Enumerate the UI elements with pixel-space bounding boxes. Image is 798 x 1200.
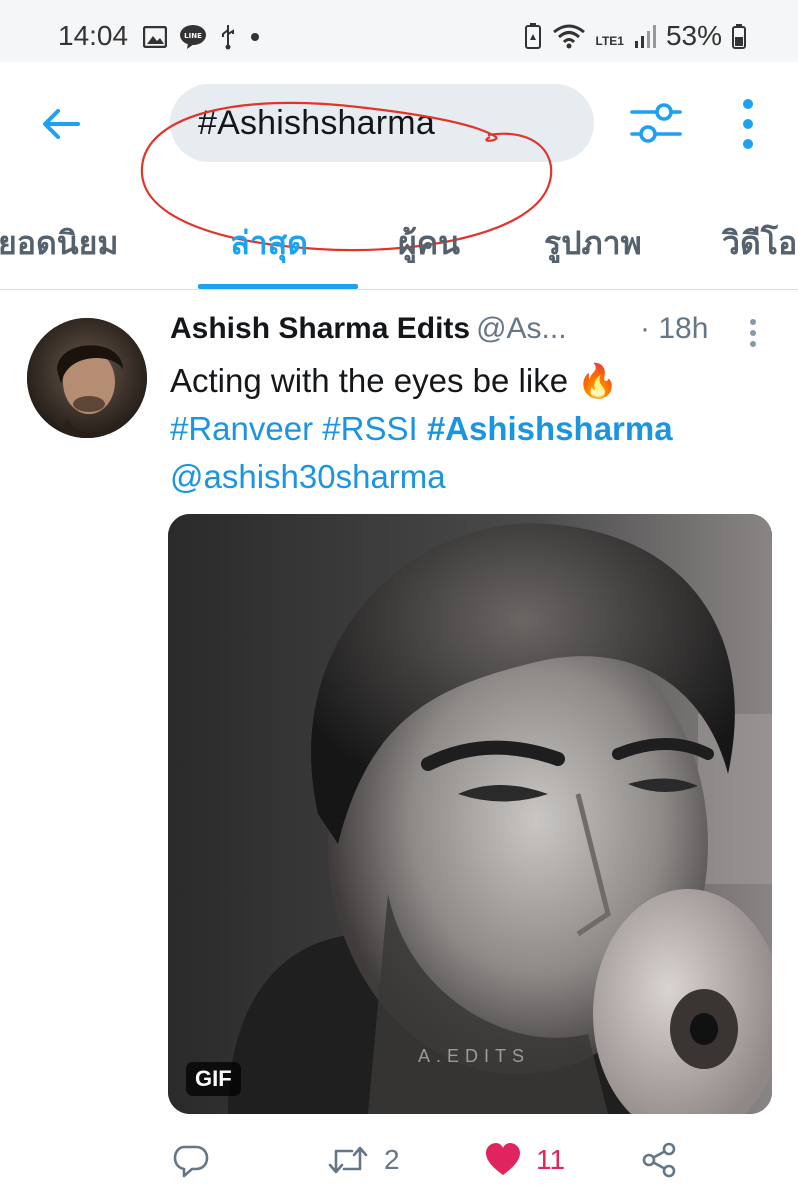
tab-latest[interactable]: ล่าสุด xyxy=(230,218,308,269)
search-input[interactable]: #Ashishsharma xyxy=(170,84,594,162)
active-tab-indicator xyxy=(198,284,358,289)
image-icon xyxy=(143,26,167,48)
like-count: 11 xyxy=(536,1144,566,1175)
dot-icon xyxy=(251,33,259,41)
tab-people[interactable]: ผู้คน xyxy=(398,218,460,269)
share-button[interactable] xyxy=(640,1130,678,1190)
media-watermark: A.EDITS xyxy=(418,1046,531,1066)
gif-image xyxy=(168,514,772,1114)
battery-saver-icon xyxy=(524,23,541,49)
network-label: LTE1 xyxy=(595,34,624,48)
tweet-more-icon[interactable] xyxy=(744,318,762,348)
wifi-icon xyxy=(552,24,585,49)
like-button[interactable]: 11 xyxy=(484,1130,565,1190)
avatar-image xyxy=(27,318,147,438)
svg-text:LINE: LINE xyxy=(184,32,202,40)
filter-icon[interactable] xyxy=(628,98,684,148)
avatar[interactable] xyxy=(27,318,147,438)
tab-videos[interactable]: วิดีโอ xyxy=(722,218,797,269)
tab-photos[interactable]: รูปภาพ xyxy=(544,218,642,269)
tweet-hashtags: #Ranveer #RSSI #Ashishsharma xyxy=(170,410,673,448)
gif-badge: GIF xyxy=(186,1062,241,1096)
retweet-count: 2 xyxy=(384,1144,400,1175)
mention-link[interactable]: @ashish30sharma xyxy=(170,458,446,495)
tweet-timestamp: · 18h xyxy=(640,312,709,345)
status-time: 14:04 xyxy=(58,20,129,51)
reply-button[interactable] xyxy=(172,1130,224,1190)
status-icons-right: LTE1 53% xyxy=(524,20,746,52)
battery-percent: 53% xyxy=(665,20,722,51)
search-tabs: ยอดนิยม ล่าสุด ผู้คน รูปภาพ วิดีโอ xyxy=(0,200,798,290)
author-name[interactable]: Ashish Sharma Edits xyxy=(170,312,470,345)
back-arrow-icon[interactable] xyxy=(40,102,84,146)
hashtag-link[interactable]: #Ranveer xyxy=(170,410,313,447)
tweet-media-gif[interactable]: A.EDITS GIF xyxy=(168,514,772,1114)
heart-icon xyxy=(486,1143,520,1175)
reply-icon xyxy=(173,1145,209,1178)
tweet-mention: @ashish30sharma xyxy=(170,458,446,496)
tweet-actions: 2 11 xyxy=(0,1130,798,1190)
hashtag-link-highlighted[interactable]: #Ashishsharma xyxy=(427,410,673,447)
tweet-header: Ashish Sharma Edits @As... xyxy=(170,312,567,346)
battery-icon xyxy=(732,24,746,49)
retweet-button[interactable]: 2 xyxy=(326,1130,400,1190)
more-vertical-icon[interactable] xyxy=(736,96,760,152)
share-icon xyxy=(642,1142,676,1178)
tab-top[interactable]: ยอดนิยม xyxy=(0,218,118,269)
hashtag-link[interactable]: #RSSI xyxy=(322,410,417,447)
author-handle[interactable]: @As... xyxy=(476,312,566,345)
tweet-text: Acting with the eyes be like 🔥 xyxy=(170,362,619,399)
signal-icon xyxy=(634,25,656,48)
line-icon: LINE xyxy=(180,25,206,49)
usb-icon xyxy=(222,25,234,50)
search-query: #Ashishsharma xyxy=(198,104,435,142)
status-bar: 14:04 LINE LTE1 53% xyxy=(0,0,798,62)
status-icons-left: LINE xyxy=(143,24,261,50)
search-header: #Ashishsharma xyxy=(0,62,798,252)
retweet-icon xyxy=(328,1146,368,1174)
